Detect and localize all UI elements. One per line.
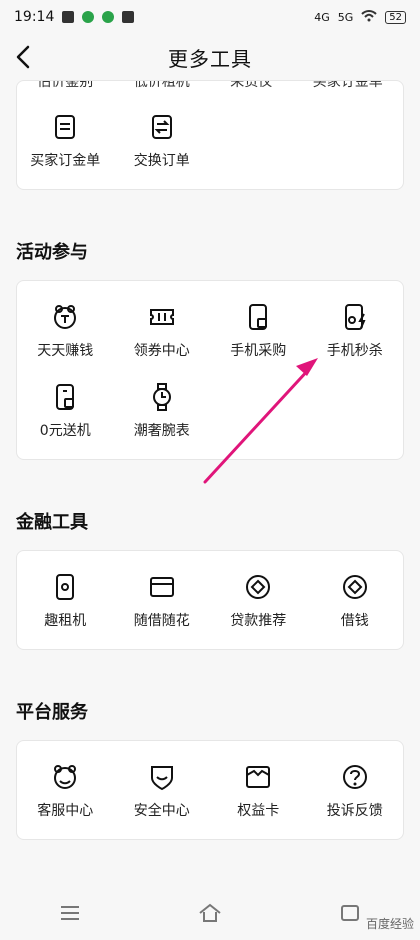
- back-arrow-icon: [16, 45, 30, 69]
- notification-icon: [82, 11, 95, 23]
- benefit-card-icon: [246, 766, 271, 788]
- tile-free-phone[interactable]: 0元送机: [17, 371, 114, 451]
- notification-icon: [62, 11, 75, 23]
- phone-rent-icon: [56, 574, 75, 600]
- watermark: 百度经验: [365, 917, 414, 931]
- phone-flash-sale-icon: [344, 304, 366, 330]
- platform-grid: 客服中心 安全中心 权益卡 投诉反馈: [17, 741, 403, 831]
- menu-button[interactable]: [57, 900, 83, 930]
- wifi-icon: [361, 9, 377, 25]
- home-icon: [199, 903, 221, 922]
- section-title-finance: 金融工具: [16, 512, 88, 533]
- tile-label: 手机秒杀: [326, 343, 383, 359]
- back-button[interactable]: [6, 40, 40, 74]
- tile-label: 手机采购: [230, 343, 287, 359]
- network-label: 4G: [314, 10, 330, 24]
- tile-label: 领券中心: [133, 343, 190, 359]
- borrow-icon: [342, 575, 367, 599]
- status-time: 19:14: [14, 9, 55, 25]
- battery-level: 52: [389, 11, 402, 23]
- activities-grid: 天天赚钱 领券中心 手机采购 手机秒杀 0元送机 潮奢腕表: [17, 281, 403, 451]
- phone-purchase-icon: [249, 304, 268, 330]
- bottom-nav: [0, 890, 420, 940]
- tile-label: 潮奢腕表: [133, 423, 190, 439]
- activities-card: 天天赚钱 领券中心 手机采购 手机秒杀 0元送机 潮奢腕表: [16, 280, 404, 460]
- tile-daily-earn[interactable]: 天天赚钱: [17, 291, 114, 371]
- tile-label: 随借随花: [133, 613, 190, 629]
- page-title: 更多工具: [168, 46, 252, 71]
- status-right: 4G 5G 52: [314, 9, 406, 25]
- tile-loan-recommend[interactable]: 贷款推荐: [210, 561, 307, 641]
- tile-label: 贷款推荐: [230, 613, 287, 629]
- header: 更多工具: [0, 34, 420, 80]
- tool-label: 买家订金单: [30, 153, 101, 169]
- tile-label: 投诉反馈: [326, 803, 383, 819]
- card-icon: [149, 577, 174, 597]
- tile-label: 0元送机: [39, 423, 91, 439]
- platform-card: 客服中心 安全中心 权益卡 投诉反馈: [16, 740, 404, 840]
- top-tools-grid: 买家订金单 交换订单: [17, 101, 403, 181]
- phone-gift-icon: [56, 384, 75, 410]
- battery-icon: 52: [385, 10, 406, 24]
- tile-rent-phone[interactable]: 趣租机: [17, 561, 114, 641]
- status-left: 19:14: [14, 9, 135, 25]
- tile-label: 天天赚钱: [37, 343, 94, 359]
- tile-luxury-watch[interactable]: 潮奢腕表: [114, 371, 211, 451]
- tool-buyer-deposit-order[interactable]: 买家订金单: [17, 101, 114, 181]
- notification-icon: [122, 11, 135, 23]
- tile-label: 安全中心: [133, 803, 190, 819]
- tile-borrow-spend[interactable]: 随借随花: [114, 561, 211, 641]
- status-bar: 19:14 4G 5G 52: [0, 0, 420, 34]
- menu-icon: [61, 906, 79, 920]
- watch-icon: [152, 383, 171, 411]
- tile-phone-flash-sale[interactable]: 手机秒杀: [307, 291, 404, 371]
- tile-coupon-center[interactable]: 领券中心: [114, 291, 211, 371]
- tool-exchange-order[interactable]: 交换订单: [114, 101, 211, 181]
- top-tools-card: 估价鉴别 低价租机 采货仪 买家订金单 买家订金单 交换订单: [16, 80, 404, 190]
- tile-benefit-card[interactable]: 权益卡: [210, 751, 307, 831]
- customer-service-icon: [54, 765, 77, 789]
- network-label-2: 5G: [337, 10, 354, 24]
- back-nav-button[interactable]: [337, 900, 363, 930]
- tile-borrow-money[interactable]: 借钱: [307, 561, 404, 641]
- bear-coin-icon: [54, 305, 77, 329]
- section-title-activities: 活动参与: [16, 242, 88, 263]
- question-icon: [342, 765, 367, 789]
- tile-label: 趣租机: [44, 613, 87, 629]
- tile-security-center[interactable]: 安全中心: [114, 751, 211, 831]
- security-icon: [150, 766, 173, 791]
- back-icon: [341, 905, 359, 921]
- tile-customer-service[interactable]: 客服中心: [17, 751, 114, 831]
- home-button[interactable]: [197, 900, 223, 930]
- truncated-label: 估价鉴别: [37, 81, 94, 90]
- tile-complaint-feedback[interactable]: 投诉反馈: [307, 751, 404, 831]
- loan-icon: [246, 575, 271, 599]
- finance-grid: 趣租机 随借随花 贷款推荐 借钱: [17, 551, 403, 641]
- tile-label: 权益卡: [237, 803, 280, 819]
- truncated-row: 估价鉴别 低价租机 采货仪 买家订金单: [17, 81, 403, 99]
- tile-label: 客服中心: [37, 803, 94, 819]
- tile-phone-purchase[interactable]: 手机采购: [210, 291, 307, 371]
- truncated-label: 低价租机: [133, 81, 190, 90]
- notification-icon: [102, 11, 115, 23]
- truncated-label: 买家订金单: [312, 81, 383, 90]
- tool-label: 交换订单: [133, 153, 190, 169]
- coupon-icon: [149, 309, 174, 325]
- swap-receipt-icon: [151, 115, 172, 139]
- tile-label: 借钱: [340, 613, 369, 629]
- section-title-platform: 平台服务: [16, 702, 88, 723]
- truncated-label: 采货仪: [230, 81, 273, 90]
- finance-card: 趣租机 随借随花 贷款推荐 借钱: [16, 550, 404, 650]
- receipt-icon: [55, 115, 76, 139]
